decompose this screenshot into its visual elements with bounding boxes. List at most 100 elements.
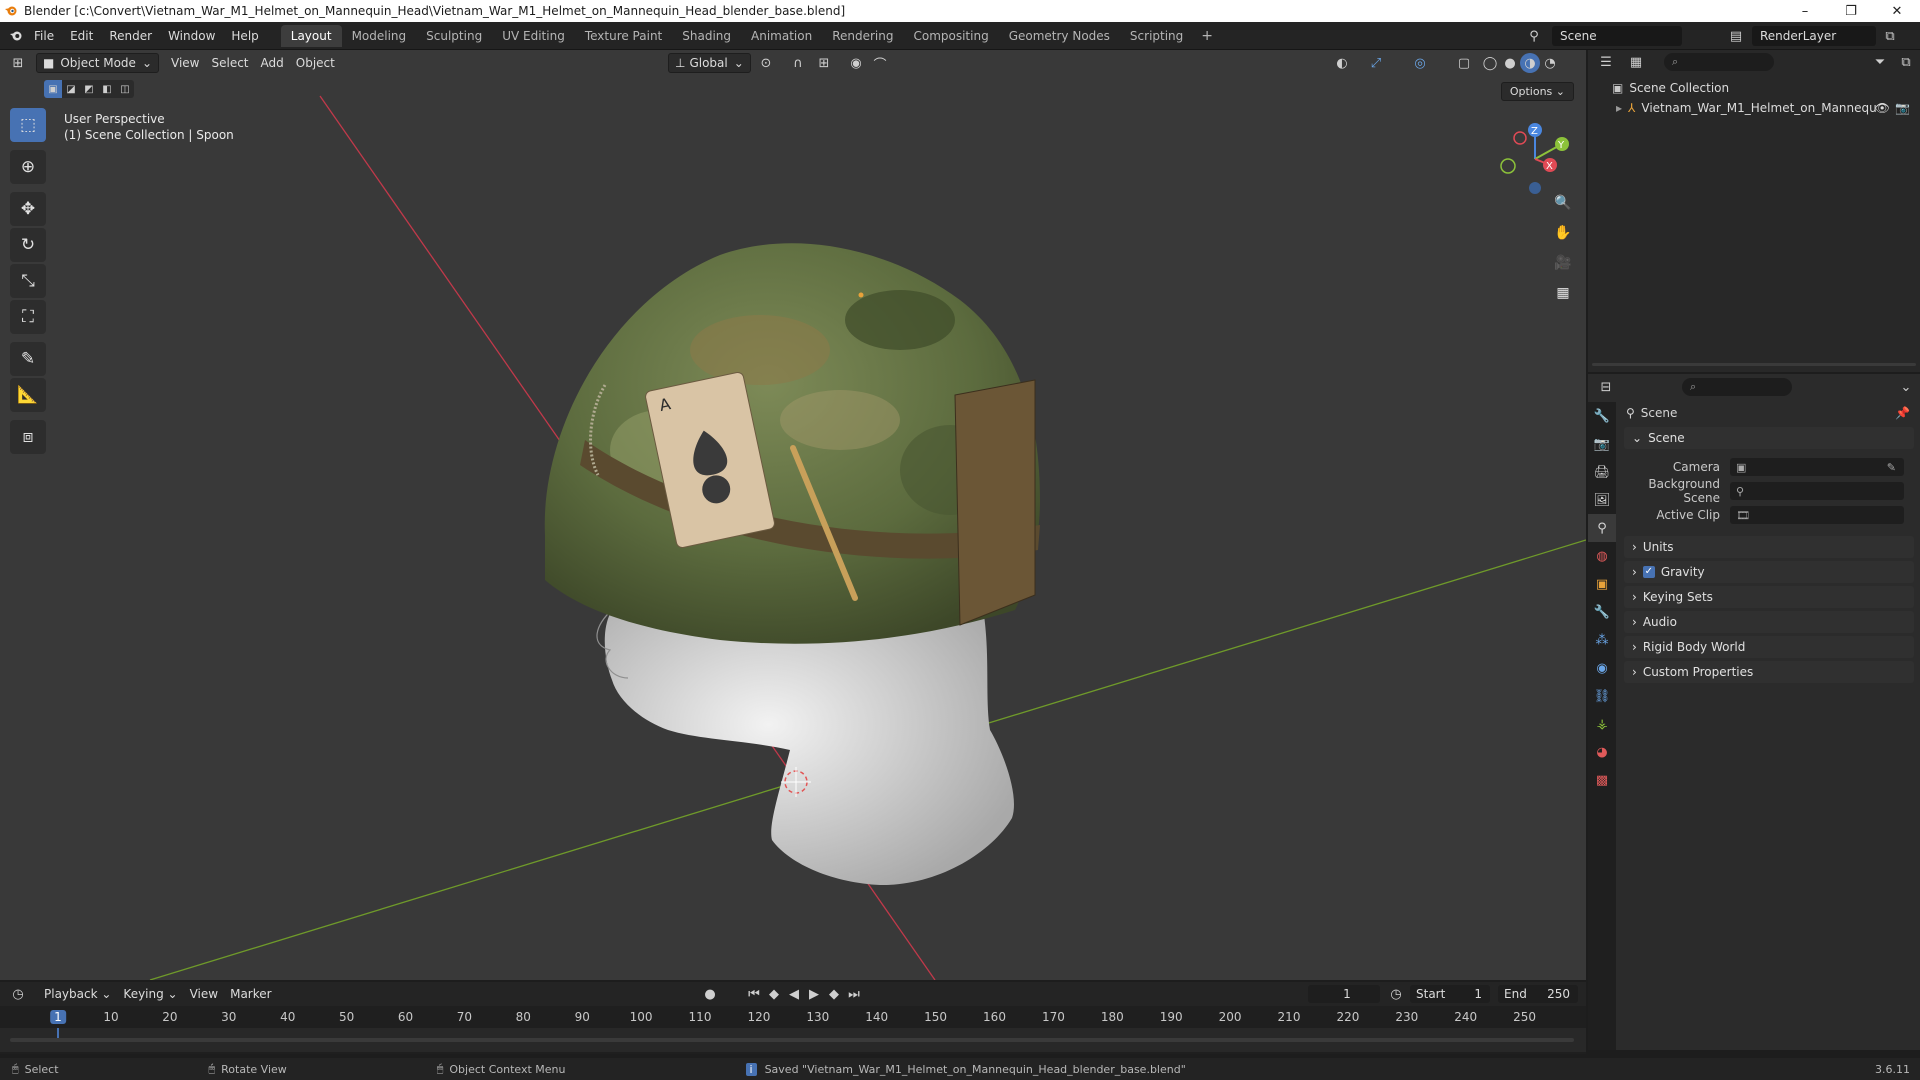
panel-audio[interactable]: › Audio <box>1624 611 1914 633</box>
select-new-icon[interactable]: ▣ <box>44 80 62 98</box>
tab-sculpting[interactable]: Sculpting <box>416 25 492 47</box>
gizmo-neg-y-axis[interactable] <box>1500 158 1516 174</box>
options-button[interactable]: Options ⌄ <box>1500 82 1574 101</box>
output-tab-icon[interactable]: 🖨 <box>1588 458 1616 486</box>
scene-tab-icon[interactable]: ⚲ <box>1588 514 1616 542</box>
visibility-icon[interactable]: ◐ <box>1332 53 1352 73</box>
perspective-toggle-icon[interactable]: ▦ <box>1550 280 1576 306</box>
select-extend-icon[interactable]: ◪ <box>62 80 80 98</box>
expand-arrow-icon[interactable]: ▸ <box>1616 101 1622 115</box>
play-icon[interactable]: ▶ <box>804 984 824 1004</box>
modifiers-tab-icon[interactable]: 🔧 <box>1588 598 1616 626</box>
texture-tab-icon[interactable]: ▩ <box>1588 766 1616 794</box>
prev-keyframe-icon[interactable]: ◆ <box>764 984 784 1004</box>
tab-uv-editing[interactable]: UV Editing <box>492 25 575 47</box>
record-icon[interactable]: ● <box>700 984 720 1004</box>
menu-file[interactable]: File <box>26 22 62 50</box>
display-mode-icon[interactable]: ▦ <box>1626 52 1646 72</box>
new-view-layer-icon[interactable]: ⧉ <box>1880 26 1900 46</box>
background-scene-field[interactable]: ⚲ <box>1730 482 1904 500</box>
timeline-menu-keying[interactable]: Keying ⌄ <box>117 984 183 1004</box>
falloff-icon[interactable]: ⌒ <box>870 53 890 73</box>
physics-tab-icon[interactable]: ◉ <box>1588 654 1616 682</box>
gizmo-neg-z-axis[interactable] <box>1529 182 1541 194</box>
blender-menu-icon[interactable] <box>6 26 26 46</box>
panel-custom-properties[interactable]: › Custom Properties <box>1624 661 1914 683</box>
timeline-track[interactable] <box>0 1028 1586 1052</box>
snap-icon[interactable]: ∩ <box>788 53 808 73</box>
data-tab-icon[interactable]: ⚶ <box>1588 710 1616 738</box>
menu-window[interactable]: Window <box>160 22 223 50</box>
outliner-scrollbar[interactable] <box>1592 363 1916 366</box>
properties-editor-type-icon[interactable]: ⊟ <box>1596 377 1616 397</box>
eye-icon[interactable]: 👁 <box>1875 101 1890 115</box>
maximize-button[interactable]: ❐ <box>1828 0 1874 22</box>
viewport-menu-object[interactable]: Object <box>290 53 341 73</box>
outliner-editor-type-icon[interactable]: ☰ <box>1596 52 1616 72</box>
camera-view-icon[interactable]: 🎥 <box>1550 250 1576 276</box>
pan-hand-icon[interactable]: ✋ <box>1550 220 1576 246</box>
tab-geometry-nodes[interactable]: Geometry Nodes <box>999 25 1120 47</box>
tool-tab-icon[interactable]: 🔧 <box>1588 402 1616 430</box>
end-frame-field[interactable]: End 250 <box>1498 985 1578 1003</box>
scene-selector[interactable]: Scene <box>1552 26 1682 46</box>
viewport-menu-add[interactable]: Add <box>255 53 290 73</box>
pin-icon[interactable]: 📌 <box>1895 406 1910 420</box>
world-tab-icon[interactable]: ◍ <box>1588 542 1616 570</box>
filter-icon[interactable]: ⏷ <box>1870 52 1890 72</box>
pivot-point-icon[interactable]: ⊙ <box>756 53 776 73</box>
timeline-editor-type-icon[interactable]: ◷ <box>8 984 28 1004</box>
properties-options-icon[interactable]: ⌄ <box>1896 377 1916 397</box>
transform-orientation-selector[interactable]: ⊥ Global ⌄ <box>668 53 751 73</box>
particles-tab-icon[interactable]: ⁂ <box>1588 626 1616 654</box>
render-tab-icon[interactable]: 📷 <box>1588 430 1616 458</box>
camera-render-icon[interactable]: 📷 <box>1895 101 1910 115</box>
camera-field[interactable]: ▣ ✎ <box>1730 458 1904 476</box>
cursor-tool-icon[interactable]: ⊕ <box>10 150 46 184</box>
wireframe-shading-icon[interactable]: ◯ <box>1480 53 1500 73</box>
timeline-menu-marker[interactable]: Marker <box>224 984 277 1004</box>
rendered-shading-icon[interactable]: ◔ <box>1540 53 1560 73</box>
material-preview-icon[interactable]: ◑ <box>1520 53 1540 73</box>
new-collection-icon[interactable]: ⧉ <box>1896 52 1916 72</box>
editor-type-icon[interactable]: ⊞ <box>8 53 28 73</box>
scene-icon[interactable]: ⚲ <box>1524 26 1544 46</box>
preview-range-icon[interactable]: ◷ <box>1386 984 1406 1004</box>
gizmo-neg-x-axis[interactable] <box>1513 131 1527 145</box>
overlay-toggle-icon[interactable]: ◎ <box>1410 53 1430 73</box>
zoom-icon[interactable]: 🔍 <box>1550 190 1576 216</box>
panel-scene[interactable]: ⌄ Scene <box>1624 427 1914 449</box>
annotate-tool-icon[interactable]: ✎ <box>10 342 46 376</box>
properties-search-input[interactable]: ⌕ <box>1682 378 1792 396</box>
viewport-menu-select[interactable]: Select <box>205 53 254 73</box>
constraints-tab-icon[interactable]: ⛓ <box>1588 682 1616 710</box>
object-tab-icon[interactable]: ▣ <box>1588 570 1616 598</box>
mode-selector[interactable]: ■ Object Mode ⌄ <box>36 53 159 73</box>
timeline-scrollbar[interactable] <box>10 1038 1574 1042</box>
menu-help[interactable]: Help <box>223 22 266 50</box>
view-layer-tab-icon[interactable]: 🖼 <box>1588 486 1616 514</box>
snap-target-icon[interactable]: ⊞ <box>814 53 834 73</box>
measure-tool-icon[interactable]: 📐 <box>10 378 46 412</box>
menu-edit[interactable]: Edit <box>62 22 101 50</box>
viewport-menu-view[interactable]: View <box>165 53 205 73</box>
view-layer-selector[interactable]: RenderLayer <box>1752 26 1876 46</box>
jump-to-start-icon[interactable]: ⏮ <box>744 984 764 1004</box>
outliner-scene-collection[interactable]: ▣ Scene Collection <box>1588 78 1920 98</box>
add-cube-tool-icon[interactable]: ⧈ <box>10 420 46 454</box>
scale-tool-icon[interactable]: ⤡ <box>10 264 46 298</box>
tab-texture-paint[interactable]: Texture Paint <box>575 25 672 47</box>
gravity-checkbox[interactable]: ✓ <box>1642 566 1655 578</box>
close-button[interactable]: ✕ <box>1874 0 1920 22</box>
outliner-search-input[interactable]: ⌕ <box>1664 53 1774 71</box>
proportional-editing-icon[interactable]: ◉ <box>846 53 866 73</box>
timeline-menu-view[interactable]: View <box>184 984 224 1004</box>
material-tab-icon[interactable]: ◕ <box>1588 738 1616 766</box>
tab-compositing[interactable]: Compositing <box>903 25 998 47</box>
minimize-button[interactable]: – <box>1782 0 1828 22</box>
xray-toggle-icon[interactable]: ▢ <box>1454 53 1474 73</box>
rotate-tool-icon[interactable]: ↻ <box>10 228 46 262</box>
tab-shading[interactable]: Shading <box>672 25 741 47</box>
select-intersect-icon[interactable]: ◫ <box>116 80 134 98</box>
tab-animation[interactable]: Animation <box>741 25 822 47</box>
